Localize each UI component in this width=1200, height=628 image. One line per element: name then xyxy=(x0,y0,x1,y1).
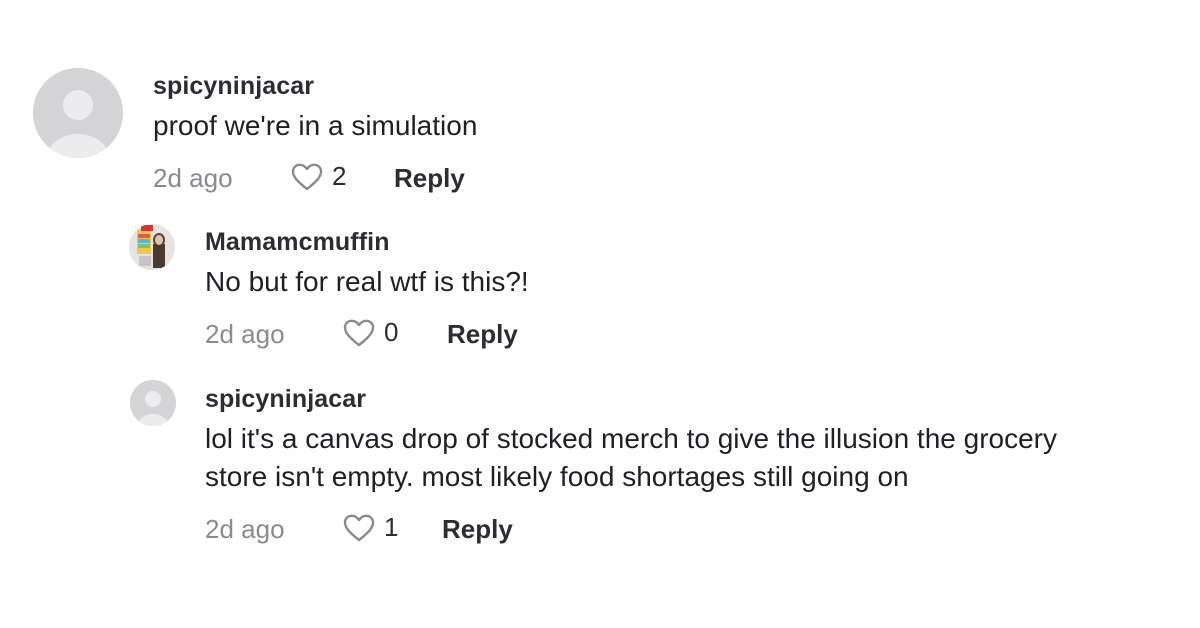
user-avatar[interactable] xyxy=(129,224,175,270)
comment-timestamp: 2d ago xyxy=(153,163,233,193)
comment-item: Mamamcmuffin No but for real wtf is this… xyxy=(0,210,1200,360)
comment-item: spicyninjacar lol it's a canvas drop of … xyxy=(0,370,1200,560)
reply-button[interactable]: Reply xyxy=(394,163,465,194)
default-avatar-icon[interactable] xyxy=(130,380,176,426)
like-count: 2 xyxy=(332,161,347,191)
comment-username[interactable]: spicyninjacar xyxy=(205,385,366,414)
reply-button[interactable]: Reply xyxy=(442,514,513,545)
comment-username[interactable]: Mamamcmuffin xyxy=(205,228,390,257)
comment-text-line-2: store isn't empty. most likely food shor… xyxy=(205,461,909,492)
comment-timestamp: 2d ago xyxy=(205,319,285,349)
like-count: 1 xyxy=(384,512,399,542)
heart-icon xyxy=(343,514,375,541)
comment-text: proof we're in a simulation xyxy=(153,110,478,141)
heart-icon xyxy=(343,319,375,346)
comment-username[interactable]: spicyninjacar xyxy=(153,72,314,101)
heart-icon xyxy=(291,163,323,190)
comment-text: No but for real wtf is this?! xyxy=(205,266,529,297)
reply-button[interactable]: Reply xyxy=(447,319,518,350)
like-count: 0 xyxy=(384,317,399,347)
default-avatar-icon[interactable] xyxy=(33,68,123,158)
comment-item: spicyninjacar proof we're in a simulatio… xyxy=(0,0,1200,200)
comment-text-line-1: lol it's a canvas drop of stocked merch … xyxy=(205,423,1057,454)
like-button[interactable]: 1 xyxy=(342,512,398,543)
comment-timestamp: 2d ago xyxy=(205,514,285,544)
like-button[interactable]: 0 xyxy=(342,317,398,348)
like-button[interactable]: 2 xyxy=(290,161,346,192)
